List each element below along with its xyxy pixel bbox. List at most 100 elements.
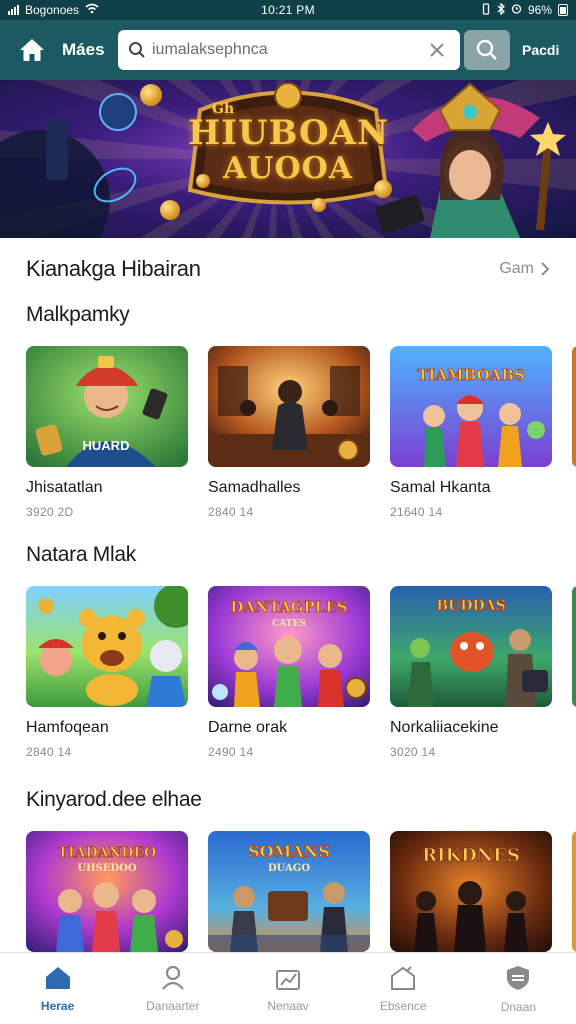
search-button[interactable] xyxy=(464,30,510,70)
clear-search-button[interactable] xyxy=(424,37,450,63)
game-card[interactable]: DANTAGPLES CATES Darne orak 2490 14 xyxy=(208,586,370,759)
game-title: Darne orak xyxy=(208,719,288,736)
bottom-navigation: Herae Danaarter Nenaav Ebsence Dnaan xyxy=(0,952,576,1024)
status-time: 10:21 PM xyxy=(261,3,315,17)
carrier-label: Bogonoes xyxy=(25,3,80,17)
game-meta: 2840 14 xyxy=(208,505,254,519)
section-title: Natara Mlak xyxy=(26,543,136,566)
wifi-icon xyxy=(85,3,99,17)
game-meta: 2840 14 xyxy=(26,745,72,759)
next-card-peek[interactable] xyxy=(572,831,576,952)
nav-item-shield[interactable]: Dnaan xyxy=(461,953,576,1024)
see-all-link[interactable]: Gam xyxy=(499,260,550,278)
game-title: Samal Hkanta xyxy=(390,479,491,496)
thumb-text: UHSEDOO xyxy=(77,863,136,874)
app-title[interactable]: Máes xyxy=(62,40,114,60)
battery-percent: 96% xyxy=(527,3,552,17)
game-thumbnail: BUDDAS xyxy=(390,586,552,707)
banner-title: Gh HIUBOAN AUOOA xyxy=(188,102,390,186)
nav-item-stats[interactable]: Nenaav xyxy=(230,953,345,1024)
nav-item-home[interactable]: Herae xyxy=(0,953,115,1024)
game-title: Samadhalles xyxy=(208,479,301,496)
banner-tag: Gh xyxy=(212,101,235,117)
thumb-text: SOMANS xyxy=(248,842,330,861)
thumb-text: DANTAGPLES xyxy=(230,598,347,616)
coin-icon xyxy=(160,200,180,220)
page-title: Kianakga Hibairan xyxy=(26,256,201,281)
main-section-header: Kianakga Hibairan Gam xyxy=(26,256,550,282)
search-bar xyxy=(118,30,460,70)
search-icon xyxy=(476,39,497,60)
thumb-text: DUAGO xyxy=(268,863,310,874)
featured-banner[interactable]: Gh HIUBOAN AUOOA xyxy=(0,80,576,238)
nav-item-explore[interactable]: Ebsence xyxy=(346,953,461,1024)
thumb-text: RIKDNES xyxy=(422,845,520,866)
person-icon xyxy=(161,965,184,990)
game-thumbnail: TIAMBOABS xyxy=(390,346,552,467)
game-title: Jhisatatlan xyxy=(26,479,103,496)
section-title: Malkpamky xyxy=(26,303,130,326)
game-title: Norkaliiacekine xyxy=(390,719,499,736)
nav-label: Dnaan xyxy=(500,999,537,1014)
game-row: Hamfoqean 2840 14 DANTAGPLES CATES Darne… xyxy=(26,586,552,759)
game-card[interactable]: Samadhalles 2840 14 xyxy=(208,346,370,519)
game-thumbnail: TIADANDEO UHSEDOO xyxy=(26,831,188,952)
home-icon xyxy=(20,39,44,61)
header-right-link[interactable]: Pacdi xyxy=(522,42,559,58)
vibrate-icon xyxy=(481,2,491,18)
thumb-text: TIADANDEO xyxy=(58,845,157,861)
game-card[interactable]: TIAMBOABS Samal Hkanta 21640 14 xyxy=(390,346,552,519)
game-thumbnail: SOMANS DUAGO xyxy=(208,831,370,952)
game-meta: 2490 14 xyxy=(208,745,254,759)
game-card[interactable]: TIADANDEO UHSEDOO xyxy=(26,831,188,952)
game-card[interactable]: BUDDAS Norkaliiacekine 3020 14 xyxy=(390,586,552,759)
nav-label: Nenaav xyxy=(267,998,309,1013)
chart-icon xyxy=(276,969,300,990)
game-card[interactable]: Hamfoqean 2840 14 xyxy=(26,586,188,759)
section-title: Kinyarod.dee elhae xyxy=(26,788,202,811)
next-card-peek[interactable] xyxy=(572,586,576,707)
game-thumbnail: RIKDNES xyxy=(390,831,552,952)
game-thumbnail: HUARD xyxy=(26,346,188,467)
nav-label: Ebsence xyxy=(379,998,427,1013)
nav-item-profile[interactable]: Danaarter xyxy=(115,953,230,1024)
game-meta: 3920 2D xyxy=(26,505,74,519)
nav-label: Danaarter xyxy=(146,998,200,1013)
next-card-peek[interactable] xyxy=(572,346,576,467)
bluetooth-icon xyxy=(497,2,505,18)
nav-label: Herae xyxy=(40,998,75,1013)
chevron-right-icon xyxy=(541,262,550,276)
game-thumbnail xyxy=(208,346,370,467)
shield-icon xyxy=(507,965,530,990)
game-thumbnail: DANTAGPLES CATES xyxy=(208,586,370,707)
top-app-bar: Máes Pacdi xyxy=(0,20,576,80)
coin-icon xyxy=(140,84,162,106)
see-all-label: Gam xyxy=(499,260,534,277)
home-button[interactable] xyxy=(14,32,50,68)
banner-title-line2: AUOOA xyxy=(223,151,353,186)
house-outline-icon xyxy=(391,965,416,990)
close-icon xyxy=(430,43,444,57)
game-meta: 21640 14 xyxy=(390,505,443,519)
game-title: Hamfoqean xyxy=(26,719,109,736)
game-meta: 3020 14 xyxy=(390,745,436,759)
thumb-text: HUARD xyxy=(83,438,130,453)
thumb-text: TIAMBOABS xyxy=(417,366,525,384)
battery-icon xyxy=(558,4,568,16)
thumb-text: CATES xyxy=(272,619,306,629)
status-bar: Bogonoes 10:21 PM 96% xyxy=(0,0,576,20)
game-row: HUARD Jhisatatlan 3920 2D Samadhalles 28… xyxy=(26,346,552,519)
signal-icon xyxy=(8,5,19,15)
game-thumbnail xyxy=(26,586,188,707)
search-input[interactable] xyxy=(152,41,424,59)
game-row: TIADANDEO UHSEDOO SOMANS DUAGO RIKDNES xyxy=(26,831,552,952)
coin-icon xyxy=(312,198,326,212)
game-card[interactable]: RIKDNES xyxy=(390,831,552,952)
banner-title-line1: HIUBOAN xyxy=(188,113,390,153)
home-icon xyxy=(45,966,70,989)
alarm-icon xyxy=(511,3,522,17)
thumb-text: BUDDAS xyxy=(436,598,505,614)
search-icon xyxy=(129,42,145,58)
game-card[interactable]: SOMANS DUAGO xyxy=(208,831,370,952)
game-card[interactable]: HUARD Jhisatatlan 3920 2D xyxy=(26,346,188,519)
